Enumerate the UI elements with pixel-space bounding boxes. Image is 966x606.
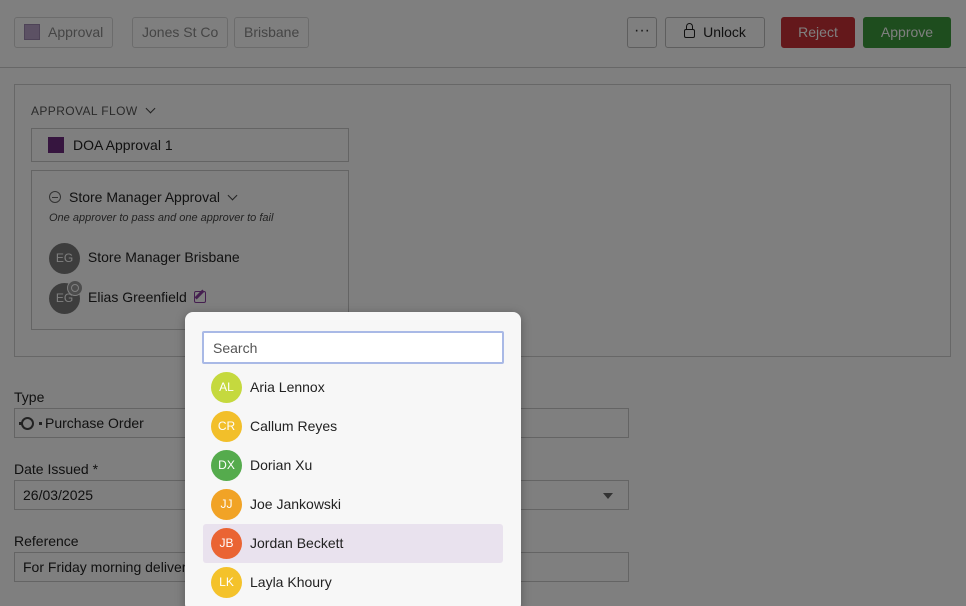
search-input[interactable]: [202, 331, 504, 364]
option-name: Jordan Beckett: [250, 535, 344, 551]
option-name: Layla Khoury: [250, 574, 332, 590]
list-item[interactable]: LK Layla Khoury: [203, 563, 503, 602]
list-item[interactable]: CR Callum Reyes: [203, 407, 503, 446]
list-item[interactable]: JJ Joe Jankowski: [203, 485, 503, 524]
list-item-highlighted[interactable]: JB Jordan Beckett: [203, 524, 503, 563]
option-name: Callum Reyes: [250, 418, 338, 434]
avatar: AL: [211, 372, 242, 403]
avatar: DX: [211, 450, 242, 481]
option-name: Aria Lennox: [250, 379, 325, 395]
option-name: Dorian Xu: [250, 457, 313, 473]
option-name: Joe Jankowski: [250, 496, 342, 512]
approver-picker-dropdown: AL Aria Lennox CR Callum Reyes DX Dorian…: [185, 312, 521, 606]
avatar: LK: [211, 567, 242, 598]
avatar: JB: [211, 528, 242, 559]
avatar: CR: [211, 411, 242, 442]
avatar: JJ: [211, 489, 242, 520]
list-item[interactable]: DX Dorian Xu: [203, 446, 503, 485]
list-item[interactable]: AL Aria Lennox: [203, 368, 503, 407]
